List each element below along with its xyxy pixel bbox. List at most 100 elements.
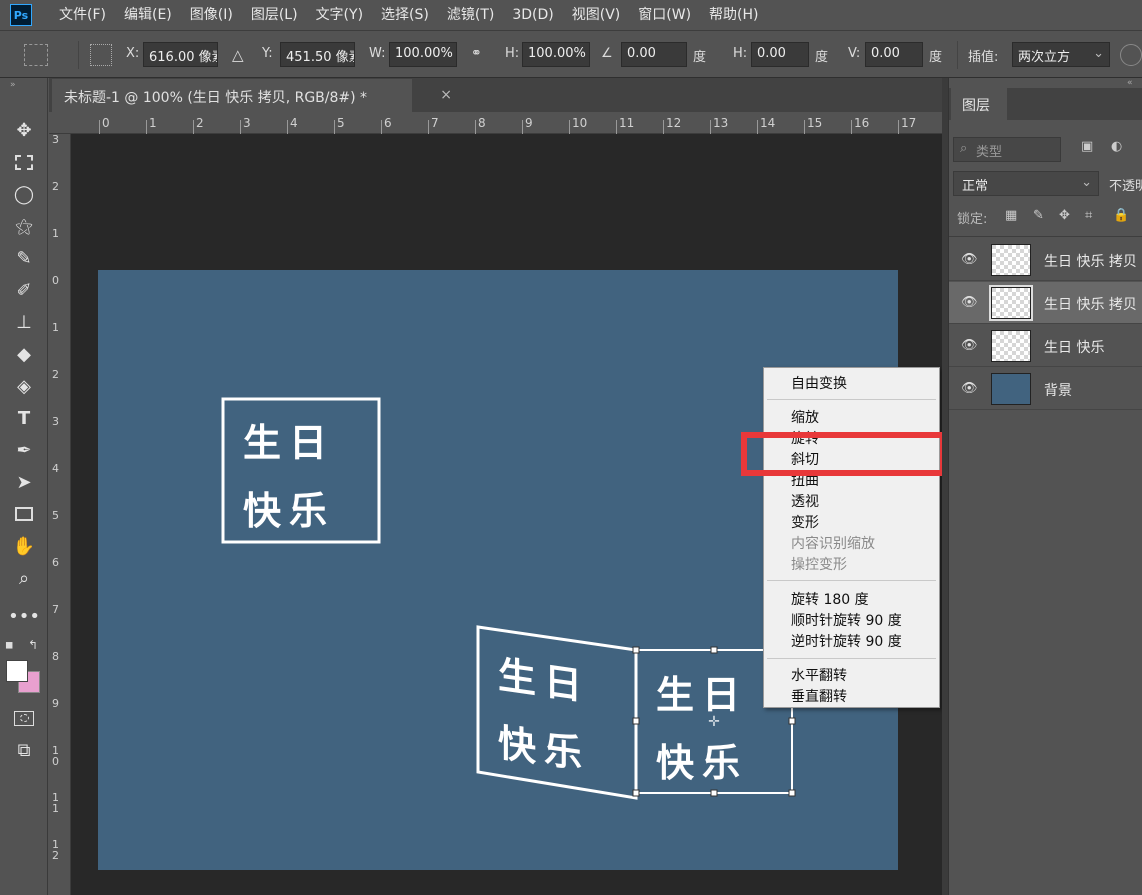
layer-filter-select[interactable]: ⌕ 类型: [953, 137, 1061, 162]
horizontal-ruler: 0 1 2 3 4 5 6 7 8 9 10 11 12 13 14 15 16 17: [49, 112, 942, 134]
foreground-color-swatch[interactable]: [6, 660, 28, 682]
more-tools-icon[interactable]: •••: [8, 602, 40, 630]
path-selection-tool-icon[interactable]: ➤: [9, 468, 39, 496]
ruler-label: 9: [525, 116, 533, 130]
ruler-label: 2: [52, 180, 59, 193]
menu-item[interactable]: 编辑(E): [115, 0, 181, 30]
x-input[interactable]: 616.00 像素: [143, 42, 218, 67]
context-menu-item[interactable]: 逆时针旋转 90 度: [791, 631, 902, 651]
close-icon[interactable]: ×: [440, 87, 452, 103]
menu-item[interactable]: 选择(S): [372, 0, 438, 30]
ruler-tick: [381, 120, 382, 134]
ruler-label: 0: [102, 116, 110, 130]
ruler-tick: [287, 120, 288, 134]
layer-row[interactable]: 👁 背景: [949, 368, 1142, 410]
warp-icon[interactable]: [1120, 44, 1142, 66]
layer-thumbnail: [991, 330, 1031, 362]
layer-thumbnail: [991, 244, 1031, 276]
visibility-eye-icon[interactable]: 👁: [961, 381, 978, 396]
menu-item[interactable]: 滤镜(T): [438, 0, 503, 30]
image-filter-icon[interactable]: ▣: [1081, 139, 1093, 154]
context-menu-item[interactable]: 变形: [791, 512, 819, 532]
menu-item[interactable]: 帮助(H): [700, 0, 767, 30]
layer-row[interactable]: 👁 生日 快乐 拷贝: [949, 282, 1142, 324]
swap-colors-icon[interactable]: ↰: [28, 638, 38, 652]
pen-tool-icon[interactable]: ✒: [9, 436, 39, 464]
degree-label: 度: [693, 50, 707, 65]
interpolation-value: 两次立方: [1018, 50, 1071, 65]
marquee-tool-icon[interactable]: [9, 148, 39, 176]
y-input[interactable]: 451.50 像素: [280, 42, 355, 67]
visibility-eye-icon[interactable]: 👁: [961, 252, 978, 267]
collapse-icon[interactable]: »: [10, 80, 16, 90]
lock-all-icon[interactable]: 🔒: [1113, 208, 1129, 223]
ruler-label: 1: [149, 116, 157, 130]
reference-point-icon[interactable]: [90, 44, 112, 66]
ruler-label: 13: [713, 116, 729, 130]
context-menu-item[interactable]: 旋转 180 度: [791, 589, 869, 609]
lock-paint-icon[interactable]: ✎: [1033, 208, 1044, 223]
context-menu-item[interactable]: 自由变换: [791, 373, 847, 393]
context-menu-item[interactable]: 缩放: [791, 407, 819, 427]
menu-item[interactable]: 视图(V): [563, 0, 630, 30]
lock-position-icon[interactable]: ✥: [1059, 208, 1070, 223]
type-tool-icon[interactable]: T: [9, 404, 39, 432]
context-menu-item[interactable]: 顺时针旋转 90 度: [791, 610, 902, 630]
context-menu-item[interactable]: 垂直翻转: [791, 686, 847, 706]
quick-mask-icon[interactable]: [9, 704, 39, 732]
ruler-label: 12: [666, 116, 682, 130]
lasso-tool-icon[interactable]: ◯: [9, 180, 39, 208]
link-icon[interactable]: ⚭: [471, 46, 482, 61]
brush-tool-icon[interactable]: ✐: [9, 276, 39, 304]
document-tab[interactable]: 未标题-1 @ 100% (生日 快乐 拷贝, RGB/8#) * ×: [52, 79, 452, 112]
eyedropper-tool-icon[interactable]: ✎: [9, 244, 39, 272]
ruler-tick: [146, 120, 147, 134]
collapse-icon[interactable]: «: [1127, 78, 1133, 88]
ruler-label: 7: [431, 116, 439, 130]
v-skew-input[interactable]: 0.00: [865, 42, 923, 67]
ruler-label: 2: [196, 116, 204, 130]
ruler-label: 10: [572, 116, 588, 130]
layer-row[interactable]: 👁 生日 快乐 拷贝 2: [949, 239, 1142, 281]
eraser-tool-icon[interactable]: ◆: [9, 340, 39, 368]
layer-row[interactable]: 👁 生日 快乐: [949, 325, 1142, 367]
delta-icon[interactable]: △: [232, 46, 244, 64]
stamp-tool-icon[interactable]: ⊥: [9, 308, 39, 336]
lock-transparent-icon[interactable]: ▦: [1005, 208, 1017, 223]
transform-handle: [788, 717, 796, 725]
zoom-tool-icon[interactable]: ⌕: [9, 564, 39, 592]
layers-panel: « 图层 ⌕ 类型 ▣ ◐ 正常 ⌄ 不透明度 锁定: ▦ ✎ ✥ ⌗ 🔒 👁 生…: [948, 78, 1142, 895]
menu-item[interactable]: 3D(D): [503, 0, 562, 30]
h-skew-input[interactable]: 0.00: [751, 42, 809, 67]
visibility-eye-icon[interactable]: 👁: [961, 338, 978, 353]
menu-item[interactable]: 图层(L): [242, 0, 307, 30]
context-menu-item[interactable]: 水平翻转: [791, 665, 847, 685]
ruler-label: 15: [807, 116, 823, 130]
adjustment-filter-icon[interactable]: ◐: [1111, 139, 1122, 154]
hand-tool-icon[interactable]: ✋: [9, 532, 39, 560]
magic-wand-tool-icon[interactable]: ⚝: [9, 212, 39, 240]
angle-input[interactable]: 0.00: [621, 42, 687, 67]
menu-item[interactable]: 窗口(W): [629, 0, 700, 30]
default-colors-icon[interactable]: ◼: [5, 640, 13, 651]
screen-mode-icon[interactable]: ⧉: [9, 736, 39, 764]
visibility-eye-icon[interactable]: 👁: [961, 295, 978, 310]
menu-item[interactable]: 文字(Y): [307, 0, 372, 30]
blend-mode-select[interactable]: 正常 ⌄: [953, 171, 1099, 196]
rectangle-tool-icon[interactable]: [9, 500, 39, 528]
menu-item[interactable]: 图像(I): [181, 0, 242, 30]
paint-bucket-tool-icon[interactable]: ◈: [9, 372, 39, 400]
interpolation-select[interactable]: 两次立方 ⌄: [1012, 42, 1110, 67]
blend-mode-value: 正常: [962, 179, 989, 194]
height-input[interactable]: 100.00%: [522, 42, 590, 67]
menu-item[interactable]: 文件(F): [50, 0, 115, 30]
transform-icon[interactable]: [24, 44, 48, 66]
move-tool-icon[interactable]: ✥: [9, 116, 39, 144]
context-menu-item[interactable]: 透视: [791, 491, 819, 511]
lock-artboard-icon[interactable]: ⌗: [1085, 208, 1092, 223]
width-input[interactable]: 100.00%: [389, 42, 457, 67]
tools-panel: » ✥ ◯ ⚝ ✎ ✐ ⊥ ◆ ◈ T ✒ ➤ ✋ ⌕ ••• ◼ ↰ ⧉: [0, 78, 48, 895]
tab-layers[interactable]: 图层: [951, 88, 1007, 120]
lock-label: 锁定:: [957, 212, 988, 227]
transform-handle: [632, 789, 640, 797]
